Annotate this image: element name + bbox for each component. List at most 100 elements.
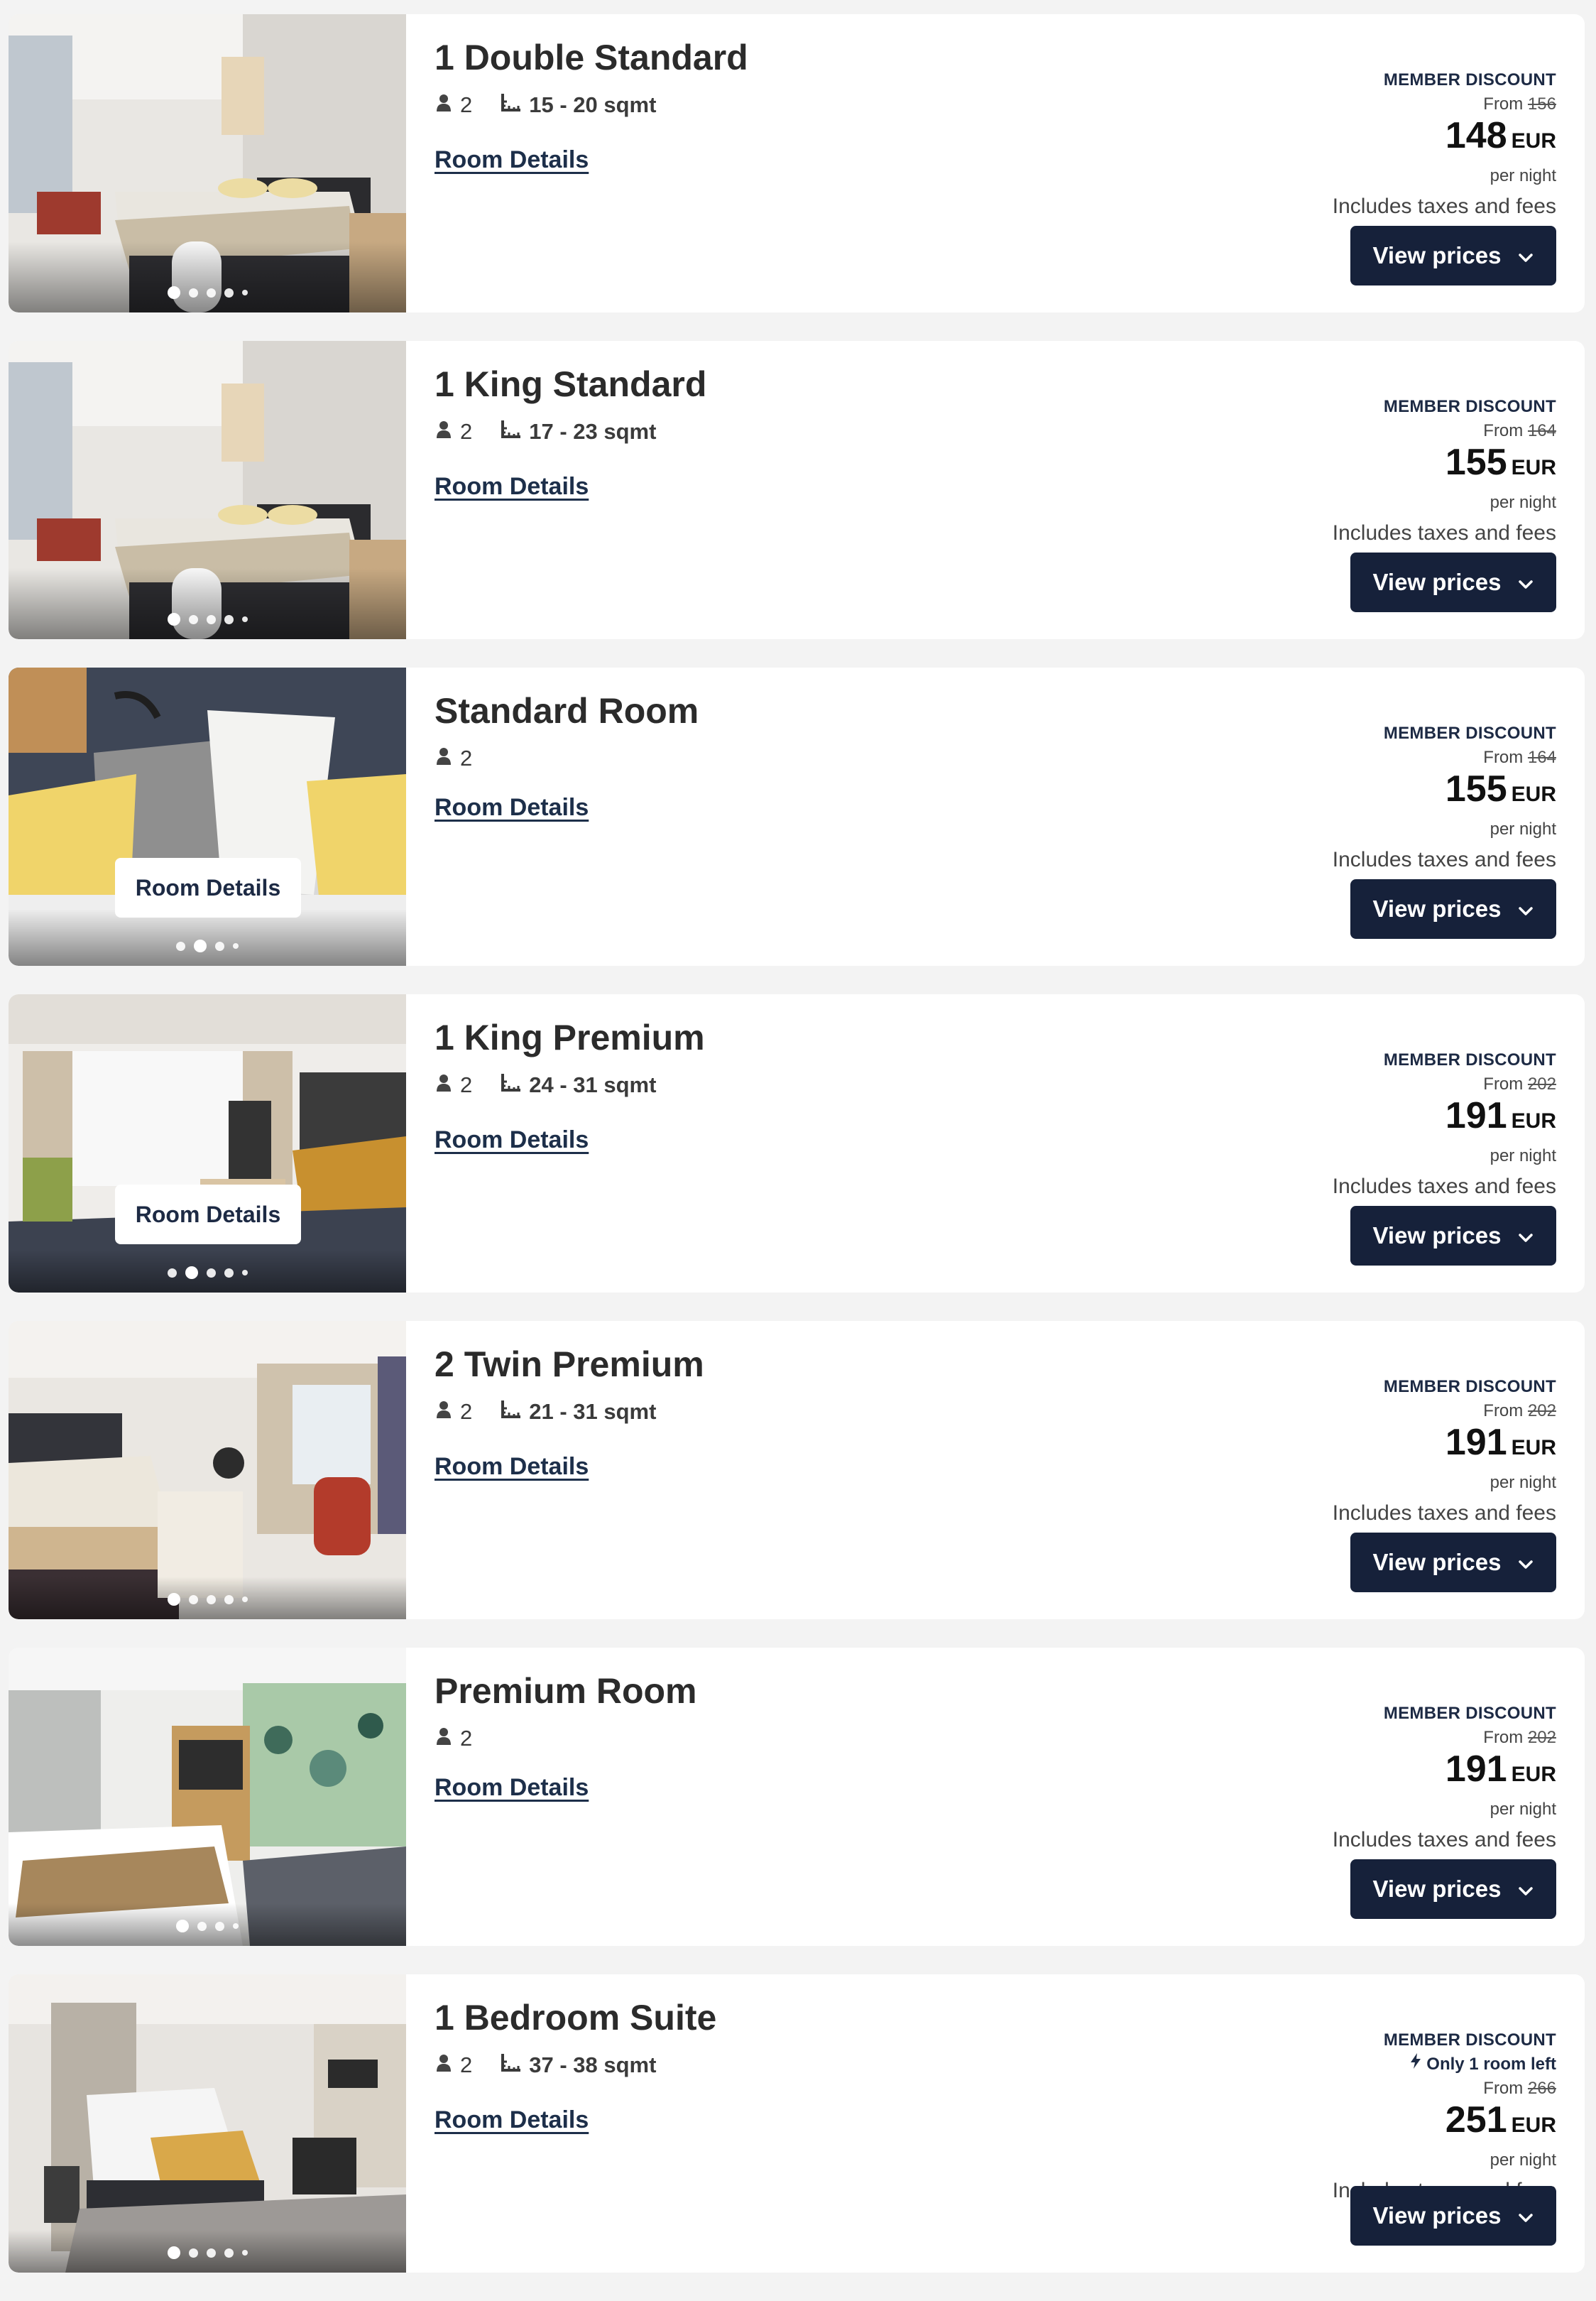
carousel-dot[interactable] — [188, 614, 198, 624]
view-prices-button[interactable]: View prices — [1350, 2186, 1556, 2246]
view-prices-label: View prices — [1372, 1549, 1502, 1575]
carousel-dot[interactable] — [224, 288, 234, 298]
view-prices-button[interactable]: View prices — [1350, 1206, 1556, 1266]
price-amount: 191 — [1445, 1095, 1507, 1136]
view-prices-label: View prices — [1372, 569, 1502, 595]
carousel-dot[interactable] — [188, 1594, 198, 1604]
carousel-dot[interactable] — [194, 940, 207, 952]
carousel-dot[interactable] — [188, 2248, 198, 2258]
room-photo-carousel[interactable] — [9, 1974, 406, 2273]
carousel-dot[interactable] — [206, 1268, 216, 1278]
room-details-link[interactable]: Room Details — [434, 1126, 589, 1154]
carousel-dot[interactable] — [176, 941, 185, 951]
room-photo[interactable] — [9, 341, 406, 639]
room-photo-carousel[interactable]: Room Details — [9, 668, 406, 966]
guest-count: 2 — [460, 92, 473, 117]
room-photo-carousel[interactable] — [9, 1321, 406, 1619]
view-prices-button[interactable]: View prices — [1350, 879, 1556, 939]
room-size-icon — [501, 92, 522, 118]
carousel-dot[interactable] — [241, 616, 248, 622]
chevron-down-icon — [1517, 1876, 1534, 1903]
room-details-link[interactable]: Room Details — [434, 473, 589, 501]
price-currency: EUR — [1511, 129, 1556, 153]
room-size-icon — [501, 1072, 522, 1098]
photo-room-details-button[interactable]: Room Details — [115, 1185, 301, 1244]
room-photo[interactable] — [9, 994, 406, 1293]
room-title: 1 King Premium — [434, 1018, 705, 1057]
room-photo[interactable] — [9, 14, 406, 312]
carousel-dot[interactable] — [206, 1594, 216, 1604]
carousel-dot[interactable] — [233, 1923, 239, 1929]
from-label: From — [1483, 1401, 1524, 1420]
carousel-dot[interactable] — [224, 1594, 234, 1604]
room-details-link[interactable]: Room Details — [434, 1453, 589, 1481]
room-card: 1 King Standard 2 17 - 23 sqmt Room Deta… — [9, 341, 1585, 639]
room-details-link[interactable]: Room Details — [434, 146, 589, 174]
carousel-dot[interactable] — [167, 1593, 180, 1606]
carousel-dot[interactable] — [241, 1596, 248, 1602]
from-label: From — [1483, 421, 1524, 440]
carousel-dot[interactable] — [233, 943, 239, 949]
room-photo[interactable] — [9, 1648, 406, 1946]
price-amount: 155 — [1445, 442, 1507, 483]
carousel-dot[interactable] — [188, 288, 198, 298]
view-prices-button[interactable]: View prices — [1350, 553, 1556, 612]
price-amount: 191 — [1445, 1748, 1507, 1790]
carousel-dot[interactable] — [215, 1921, 224, 1931]
guest-count: 2 — [460, 1399, 473, 1424]
guests-icon — [436, 1072, 460, 1098]
carousel-dots — [9, 1592, 406, 1606]
carousel-dot[interactable] — [206, 288, 216, 298]
member-discount-label: MEMBER DISCOUNT — [1383, 397, 1556, 416]
room-photo-carousel[interactable] — [9, 14, 406, 312]
view-prices-button[interactable]: View prices — [1350, 1533, 1556, 1592]
guest-count: 2 — [460, 1726, 473, 1751]
carousel-dot[interactable] — [224, 2248, 234, 2258]
room-meta: 2 15 - 20 sqmt — [436, 92, 656, 118]
guests-icon — [436, 2052, 460, 2078]
carousel-dot[interactable] — [197, 1921, 207, 1931]
carousel-dot[interactable] — [241, 290, 248, 295]
view-prices-button[interactable]: View prices — [1350, 1859, 1556, 1919]
carousel-dot[interactable] — [241, 2250, 248, 2256]
room-details-link[interactable]: Room Details — [434, 1774, 589, 1802]
chevron-down-icon — [1517, 2202, 1534, 2229]
room-card: Room Details 1 King Premium 2 24 - 31 sq… — [9, 994, 1585, 1293]
carousel-dot[interactable] — [185, 1266, 198, 1279]
room-photo[interactable] — [9, 1974, 406, 2273]
guest-count: 2 — [460, 2052, 473, 2077]
photo-room-details-button[interactable]: Room Details — [115, 858, 301, 918]
room-photo-carousel[interactable] — [9, 341, 406, 639]
taxes-note: Includes taxes and fees — [1332, 848, 1556, 871]
room-photo-carousel[interactable]: Room Details — [9, 994, 406, 1293]
carousel-dot[interactable] — [176, 1920, 189, 1932]
room-photo[interactable] — [9, 668, 406, 966]
view-prices-button[interactable]: View prices — [1350, 226, 1556, 285]
guest-count: 2 — [460, 419, 473, 444]
carousel-dot[interactable] — [206, 614, 216, 624]
price-amount: 191 — [1445, 1422, 1507, 1463]
room-photo-carousel[interactable] — [9, 1648, 406, 1946]
carousel-dot[interactable] — [215, 941, 224, 951]
room-details-link[interactable]: Room Details — [434, 2106, 589, 2134]
room-details-link[interactable]: Room Details — [434, 794, 589, 822]
carousel-dot[interactable] — [167, 2246, 180, 2259]
room-title: 1 King Standard — [434, 364, 707, 404]
carousel-dot[interactable] — [167, 286, 180, 299]
carousel-dot[interactable] — [167, 613, 180, 626]
carousel-dot[interactable] — [167, 1268, 177, 1278]
carousel-dot[interactable] — [224, 614, 234, 624]
room-meta: 2 — [436, 746, 472, 771]
chevron-down-icon — [1517, 1549, 1534, 1576]
room-meta: 2 37 - 38 sqmt — [436, 2052, 656, 2078]
carousel-dot[interactable] — [206, 2248, 216, 2258]
member-discount-label: MEMBER DISCOUNT — [1383, 70, 1556, 89]
discounted-price: 251 EUR — [1130, 2101, 1556, 2148]
price-amount: 148 — [1445, 115, 1507, 156]
from-price: From 164 — [1130, 746, 1556, 770]
carousel-dot[interactable] — [241, 1270, 248, 1275]
carousel-dot[interactable] — [224, 1268, 234, 1278]
room-card: Premium Room 2 Room Details MEMBER DISCO… — [9, 1648, 1585, 1946]
room-photo[interactable] — [9, 1321, 406, 1619]
room-size-icon — [501, 1399, 522, 1425]
